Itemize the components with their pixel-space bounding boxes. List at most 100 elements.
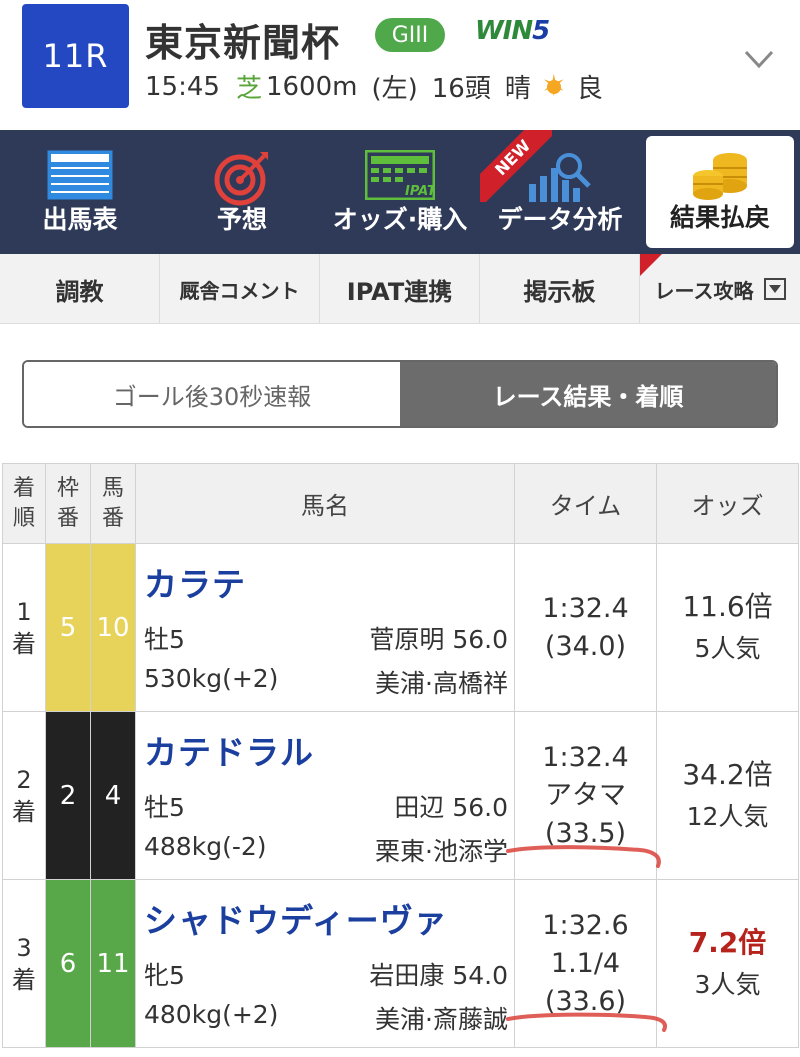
horse-name-link[interactable]: カテドラル: [144, 726, 314, 774]
nav-label: 出馬表: [42, 205, 118, 234]
odds-cell: 34.2倍 12人気: [656, 711, 799, 880]
horse-name-link[interactable]: シャドウディーヴァ: [144, 894, 448, 942]
svg-text:IPAT: IPAT: [405, 184, 435, 199]
subnav-item-stable-comments[interactable]: 厩舎コメント: [160, 254, 320, 324]
win5-logo[interactable]: WIN5: [475, 16, 550, 46]
grade-badge: GIII: [375, 18, 445, 52]
subnav-item-bulletin-board[interactable]: 掲示板: [480, 254, 640, 324]
race-info: 15:45 芝1600m (左) 16頭 晴 良: [145, 68, 603, 106]
new-badge: NEW: [480, 130, 552, 202]
rank-cell: 1着: [2, 543, 46, 712]
last-3f: (34.0): [544, 630, 627, 662]
jockey-weight[interactable]: 岩田康 54.0: [369, 956, 508, 992]
subnav-item-ipat-link[interactable]: IPAT連携: [320, 254, 480, 324]
jockey-weight[interactable]: 菅原明 56.0: [369, 620, 508, 656]
popularity: 12人気: [686, 801, 769, 831]
race-distance: 1600m: [265, 71, 358, 102]
race-title: 東京新聞杯: [145, 21, 341, 65]
horse-number: 4: [90, 711, 136, 880]
nav-label: 結果払戻: [669, 203, 770, 232]
win-odds: 7.2倍: [688, 925, 767, 959]
margin: アタマ: [545, 779, 626, 811]
trainer[interactable]: 美浦·高橋祥: [375, 664, 508, 700]
nav-item-prediction[interactable]: 予想: [164, 130, 320, 254]
race-header: 11R 東京新聞杯 GIII WIN5 15:45 芝 1600m (左) 16頭…: [0, 0, 800, 130]
target-icon: [214, 152, 268, 206]
odds-cell: 11.6倍 5人気: [656, 543, 799, 712]
body-weight: 480kg(+2): [144, 1000, 279, 1029]
race-direction: (左): [371, 74, 418, 104]
chevron-down-icon[interactable]: [742, 42, 776, 76]
popularity: 5人気: [694, 633, 761, 663]
margin: 1.1/4: [550, 947, 621, 979]
table-row: 1着 5 10 カラテ 牡5 菅原明 56.0 530kg(+2) 美浦·高橋祥 1…: [2, 543, 799, 712]
popularity: 3人気: [694, 969, 761, 999]
trainer[interactable]: 栗東·池添学: [375, 832, 508, 868]
jockey-weight[interactable]: 田辺 56.0: [394, 788, 508, 824]
body-weight: 488kg(-2): [144, 832, 267, 861]
main-nav: 出馬表 予想 IPAT オッズ·購入 データ分析 NEW 結果払戻: [0, 130, 800, 254]
rank-cell: 2着: [2, 711, 46, 880]
frame-number: 5: [45, 543, 91, 712]
win-odds: 11.6倍: [682, 589, 773, 623]
segment-flash-result[interactable]: ゴール後30秒速報: [24, 362, 400, 426]
horse-cell: カラテ 牡5 菅原明 56.0 530kg(+2) 美浦·高橋祥: [135, 543, 515, 712]
header-rank: 着順: [2, 463, 46, 544]
table-row: 3着 6 11 シャドウディーヴァ 牝5 岩田康 54.0 480kg(+2) 美浦…: [2, 879, 799, 1048]
header-odds: オッズ: [656, 463, 799, 544]
results-table: 着順 枠番 馬番 馬名 タイム オッズ 1着 5 10 カラテ 牡5 菅原明 56…: [2, 463, 799, 1048]
horse-cell: カテドラル 牡5 田辺 56.0 488kg(-2) 栗東·池添学: [135, 711, 515, 880]
header-time: タイム: [514, 463, 657, 544]
win-odds: 34.2倍: [682, 757, 773, 791]
nav-label: 予想: [216, 205, 267, 234]
sun-icon: [539, 68, 569, 106]
segment-race-result[interactable]: レース結果・着順: [400, 362, 776, 426]
entry-table-icon: [47, 150, 113, 200]
race-going: 良: [576, 74, 603, 104]
table-row: 2着 2 4 カテドラル 牡5 田辺 56.0 488kg(-2) 栗東·池添学 1…: [2, 711, 799, 880]
race-time: 15:45: [145, 71, 220, 102]
race-number-badge: 11R: [22, 4, 129, 108]
nav-item-results-payout[interactable]: 結果払戻: [646, 136, 794, 248]
sex-age: 牡5: [144, 793, 185, 822]
last-3f: (33.5): [544, 817, 627, 849]
sex-age: 牝5: [144, 961, 185, 990]
finish-time: 1:32.4: [542, 741, 629, 773]
race-surface: 芝: [235, 74, 262, 104]
nav-label: データ分析: [497, 205, 623, 234]
finish-time: 1:32.4: [542, 592, 629, 624]
body-weight: 530kg(+2): [144, 664, 279, 693]
trainer[interactable]: 美浦·斎藤誠: [375, 1000, 508, 1036]
sex-age: 牡5: [144, 625, 185, 654]
finish-time: 1:32.6: [542, 909, 629, 941]
table-header-row: 着順 枠番 馬番 馬名 タイム オッズ: [2, 463, 799, 544]
rank-cell: 3着: [2, 879, 46, 1048]
last-3f: (33.6): [544, 985, 627, 1017]
time-cell: 1:32.4 (34.0): [514, 543, 657, 712]
nav-item-entry-table[interactable]: 出馬表: [2, 130, 158, 254]
odds-cell: 7.2倍 3人気: [656, 879, 799, 1048]
race-weather: 晴: [504, 74, 531, 104]
ipat-icon: IPAT: [365, 150, 435, 200]
dropdown-arrow-icon[interactable]: [763, 278, 786, 300]
race-runners: 16頭: [431, 74, 491, 104]
header-horse-number: 馬番: [90, 463, 136, 544]
new-corner-mark: [640, 254, 662, 276]
time-cell: 1:32.6 1.1/4 (33.6): [514, 879, 657, 1048]
horse-number: 11: [90, 879, 136, 1048]
horse-name-link[interactable]: カラテ: [144, 558, 246, 606]
subnav-item-training[interactable]: 調教: [0, 254, 160, 324]
time-cell: 1:32.4 アタマ (33.5): [514, 711, 657, 880]
subnav-item-race-strategy[interactable]: レース攻略: [640, 254, 800, 324]
sub-nav: 調教 厩舎コメント IPAT連携 掲示板 レース攻略: [0, 254, 800, 324]
nav-label: オッズ·購入: [332, 205, 468, 234]
frame-number: 6: [45, 879, 91, 1048]
header-horse-name: 馬名: [135, 463, 515, 544]
horse-cell: シャドウディーヴァ 牝5 岩田康 54.0 480kg(+2) 美浦·斎藤誠: [135, 879, 515, 1048]
horse-number: 10: [90, 543, 136, 712]
coins-icon: [693, 153, 747, 200]
result-view-toggle: ゴール後30秒速報 レース結果・着順: [22, 360, 778, 428]
nav-item-odds-purchase[interactable]: IPAT オッズ·購入: [322, 130, 478, 254]
header-frame: 枠番: [45, 463, 91, 544]
frame-number: 2: [45, 711, 91, 880]
